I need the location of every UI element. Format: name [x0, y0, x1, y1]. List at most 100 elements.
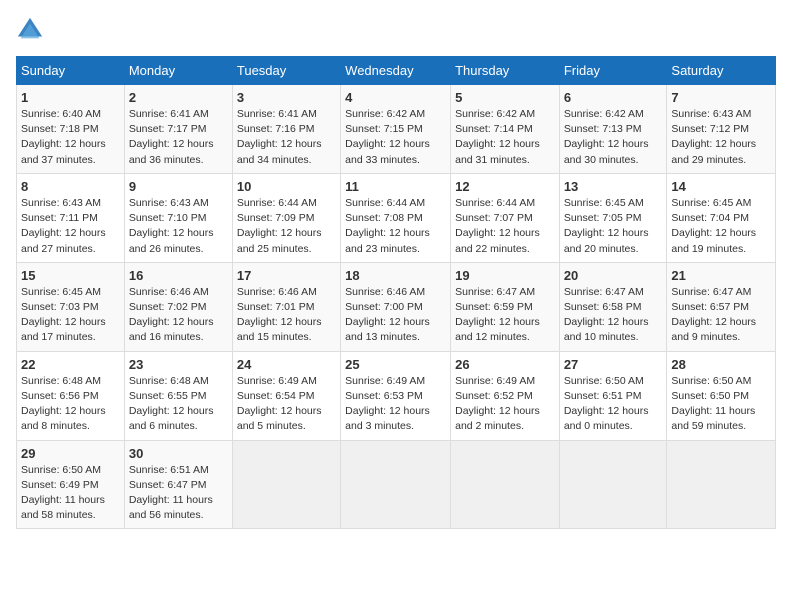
day-number: 3	[237, 90, 336, 105]
day-number: 28	[671, 357, 771, 372]
day-number: 25	[345, 357, 446, 372]
day-number: 11	[345, 179, 446, 194]
calendar-cell: 3 Sunrise: 6:41 AM Sunset: 7:16 PM Daylig…	[232, 85, 340, 174]
calendar-header-saturday: Saturday	[667, 57, 776, 85]
calendar-cell	[232, 440, 340, 529]
day-number: 17	[237, 268, 336, 283]
calendar-header-monday: Monday	[124, 57, 232, 85]
day-number: 15	[21, 268, 120, 283]
day-info: Sunrise: 6:44 AM Sunset: 7:08 PM Dayligh…	[345, 196, 446, 257]
calendar-header-sunday: Sunday	[17, 57, 125, 85]
calendar-cell: 10Sunrise: 6:44 AM Sunset: 7:09 PM Dayli…	[232, 173, 340, 262]
day-number: 4	[345, 90, 446, 105]
calendar-cell	[341, 440, 451, 529]
calendar-cell: 17 Sunrise: 6:46 AM Sunset: 7:01 PM Dayli…	[232, 262, 340, 351]
day-number: 18	[345, 268, 446, 283]
day-info: Sunrise: 6:48 AM Sunset: 6:55 PM Dayligh…	[129, 374, 228, 435]
day-info: Sunrise: 6:48 AM Sunset: 6:56 PM Dayligh…	[21, 374, 120, 435]
day-info: Sunrise: 6:44 AM Sunset: 7:07 PM Dayligh…	[455, 196, 555, 257]
day-number: 30	[129, 446, 228, 461]
day-info: Sunrise: 6:50 AM Sunset: 6:51 PM Dayligh…	[564, 374, 663, 435]
calendar-cell: 12 Sunrise: 6:44 AM Sunset: 7:07 PM Dayli…	[451, 173, 560, 262]
day-info: Sunrise: 6:49 AM Sunset: 6:53 PM Dayligh…	[345, 374, 446, 435]
calendar-cell: 11 Sunrise: 6:44 AM Sunset: 7:08 PM Dayli…	[341, 173, 451, 262]
calendar-cell: 16 Sunrise: 6:46 AM Sunset: 7:02 PM Dayli…	[124, 262, 232, 351]
calendar-week-row: 8 Sunrise: 6:43 AM Sunset: 7:11 PM Daylig…	[17, 173, 776, 262]
calendar-cell	[667, 440, 776, 529]
day-info: Sunrise: 6:46 AM Sunset: 7:02 PM Dayligh…	[129, 285, 228, 346]
calendar-cell: 15 Sunrise: 6:45 AM Sunset: 7:03 PM Dayli…	[17, 262, 125, 351]
calendar-cell: 24Sunrise: 6:49 AM Sunset: 6:54 PM Dayli…	[232, 351, 340, 440]
day-info: Sunrise: 6:47 AM Sunset: 6:57 PM Dayligh…	[671, 285, 771, 346]
calendar-cell: 22 Sunrise: 6:48 AM Sunset: 6:56 PM Dayli…	[17, 351, 125, 440]
day-number: 6	[564, 90, 663, 105]
day-info: Sunrise: 6:45 AM Sunset: 7:05 PM Dayligh…	[564, 196, 663, 257]
calendar-cell: 26 Sunrise: 6:49 AM Sunset: 6:52 PM Dayli…	[451, 351, 560, 440]
calendar-header-tuesday: Tuesday	[232, 57, 340, 85]
calendar-cell: 29Sunrise: 6:50 AM Sunset: 6:49 PM Dayli…	[17, 440, 125, 529]
calendar-cell: 19 Sunrise: 6:47 AM Sunset: 6:59 PM Dayli…	[451, 262, 560, 351]
calendar-cell: 7Sunrise: 6:43 AM Sunset: 7:12 PM Daylig…	[667, 85, 776, 174]
calendar-cell	[559, 440, 667, 529]
day-info: Sunrise: 6:50 AM Sunset: 6:50 PM Dayligh…	[671, 374, 771, 435]
day-number: 27	[564, 357, 663, 372]
day-number: 24	[237, 357, 336, 372]
day-info: Sunrise: 6:47 AM Sunset: 6:59 PM Dayligh…	[455, 285, 555, 346]
calendar-cell: 13 Sunrise: 6:45 AM Sunset: 7:05 PM Dayli…	[559, 173, 667, 262]
day-number: 21	[671, 268, 771, 283]
day-info: Sunrise: 6:41 AM Sunset: 7:17 PM Dayligh…	[129, 107, 228, 168]
day-info: Sunrise: 6:45 AM Sunset: 7:04 PM Dayligh…	[671, 196, 771, 257]
calendar-cell: 5Sunrise: 6:42 AM Sunset: 7:14 PM Daylig…	[451, 85, 560, 174]
day-info: Sunrise: 6:49 AM Sunset: 6:52 PM Dayligh…	[455, 374, 555, 435]
calendar-week-row: 1 Sunrise: 6:40 AM Sunset: 7:18 PM Daylig…	[17, 85, 776, 174]
calendar-cell: 30 Sunrise: 6:51 AM Sunset: 6:47 PM Dayli…	[124, 440, 232, 529]
calendar-header-thursday: Thursday	[451, 57, 560, 85]
calendar-header-friday: Friday	[559, 57, 667, 85]
calendar-cell: 18 Sunrise: 6:46 AM Sunset: 7:00 PM Dayli…	[341, 262, 451, 351]
day-number: 19	[455, 268, 555, 283]
day-number: 13	[564, 179, 663, 194]
calendar-cell: 28 Sunrise: 6:50 AM Sunset: 6:50 PM Dayli…	[667, 351, 776, 440]
day-info: Sunrise: 6:51 AM Sunset: 6:47 PM Dayligh…	[129, 463, 228, 524]
calendar-cell: 8 Sunrise: 6:43 AM Sunset: 7:11 PM Daylig…	[17, 173, 125, 262]
calendar-cell: 6Sunrise: 6:42 AM Sunset: 7:13 PM Daylig…	[559, 85, 667, 174]
calendar-cell: 25 Sunrise: 6:49 AM Sunset: 6:53 PM Dayli…	[341, 351, 451, 440]
day-info: Sunrise: 6:41 AM Sunset: 7:16 PM Dayligh…	[237, 107, 336, 168]
page-header	[16, 16, 776, 44]
day-info: Sunrise: 6:45 AM Sunset: 7:03 PM Dayligh…	[21, 285, 120, 346]
logo-icon	[16, 16, 44, 44]
day-info: Sunrise: 6:42 AM Sunset: 7:14 PM Dayligh…	[455, 107, 555, 168]
calendar-cell: 23 Sunrise: 6:48 AM Sunset: 6:55 PM Dayli…	[124, 351, 232, 440]
calendar-cell: 2Sunrise: 6:41 AM Sunset: 7:17 PM Daylig…	[124, 85, 232, 174]
day-info: Sunrise: 6:50 AM Sunset: 6:49 PM Dayligh…	[21, 463, 120, 524]
day-info: Sunrise: 6:40 AM Sunset: 7:18 PM Dayligh…	[21, 107, 120, 168]
day-number: 1	[21, 90, 120, 105]
day-number: 16	[129, 268, 228, 283]
calendar-week-row: 15 Sunrise: 6:45 AM Sunset: 7:03 PM Dayli…	[17, 262, 776, 351]
day-number: 23	[129, 357, 228, 372]
day-info: Sunrise: 6:42 AM Sunset: 7:15 PM Dayligh…	[345, 107, 446, 168]
calendar-week-row: 22 Sunrise: 6:48 AM Sunset: 6:56 PM Dayli…	[17, 351, 776, 440]
day-number: 12	[455, 179, 555, 194]
day-number: 26	[455, 357, 555, 372]
calendar-header-row: SundayMondayTuesdayWednesdayThursdayFrid…	[17, 57, 776, 85]
day-info: Sunrise: 6:43 AM Sunset: 7:11 PM Dayligh…	[21, 196, 120, 257]
day-info: Sunrise: 6:44 AM Sunset: 7:09 PM Dayligh…	[237, 196, 336, 257]
day-number: 22	[21, 357, 120, 372]
calendar-table: SundayMondayTuesdayWednesdayThursdayFrid…	[16, 56, 776, 529]
calendar-cell: 9Sunrise: 6:43 AM Sunset: 7:10 PM Daylig…	[124, 173, 232, 262]
day-info: Sunrise: 6:46 AM Sunset: 7:00 PM Dayligh…	[345, 285, 446, 346]
calendar-cell: 27 Sunrise: 6:50 AM Sunset: 6:51 PM Dayli…	[559, 351, 667, 440]
day-number: 9	[129, 179, 228, 194]
calendar-cell	[451, 440, 560, 529]
day-info: Sunrise: 6:46 AM Sunset: 7:01 PM Dayligh…	[237, 285, 336, 346]
day-number: 14	[671, 179, 771, 194]
day-number: 8	[21, 179, 120, 194]
calendar-cell: 4 Sunrise: 6:42 AM Sunset: 7:15 PM Daylig…	[341, 85, 451, 174]
calendar-cell: 1 Sunrise: 6:40 AM Sunset: 7:18 PM Daylig…	[17, 85, 125, 174]
day-info: Sunrise: 6:47 AM Sunset: 6:58 PM Dayligh…	[564, 285, 663, 346]
calendar-cell: 20Sunrise: 6:47 AM Sunset: 6:58 PM Dayli…	[559, 262, 667, 351]
calendar-week-row: 29Sunrise: 6:50 AM Sunset: 6:49 PM Dayli…	[17, 440, 776, 529]
logo	[16, 16, 48, 44]
calendar-cell: 14 Sunrise: 6:45 AM Sunset: 7:04 PM Dayli…	[667, 173, 776, 262]
